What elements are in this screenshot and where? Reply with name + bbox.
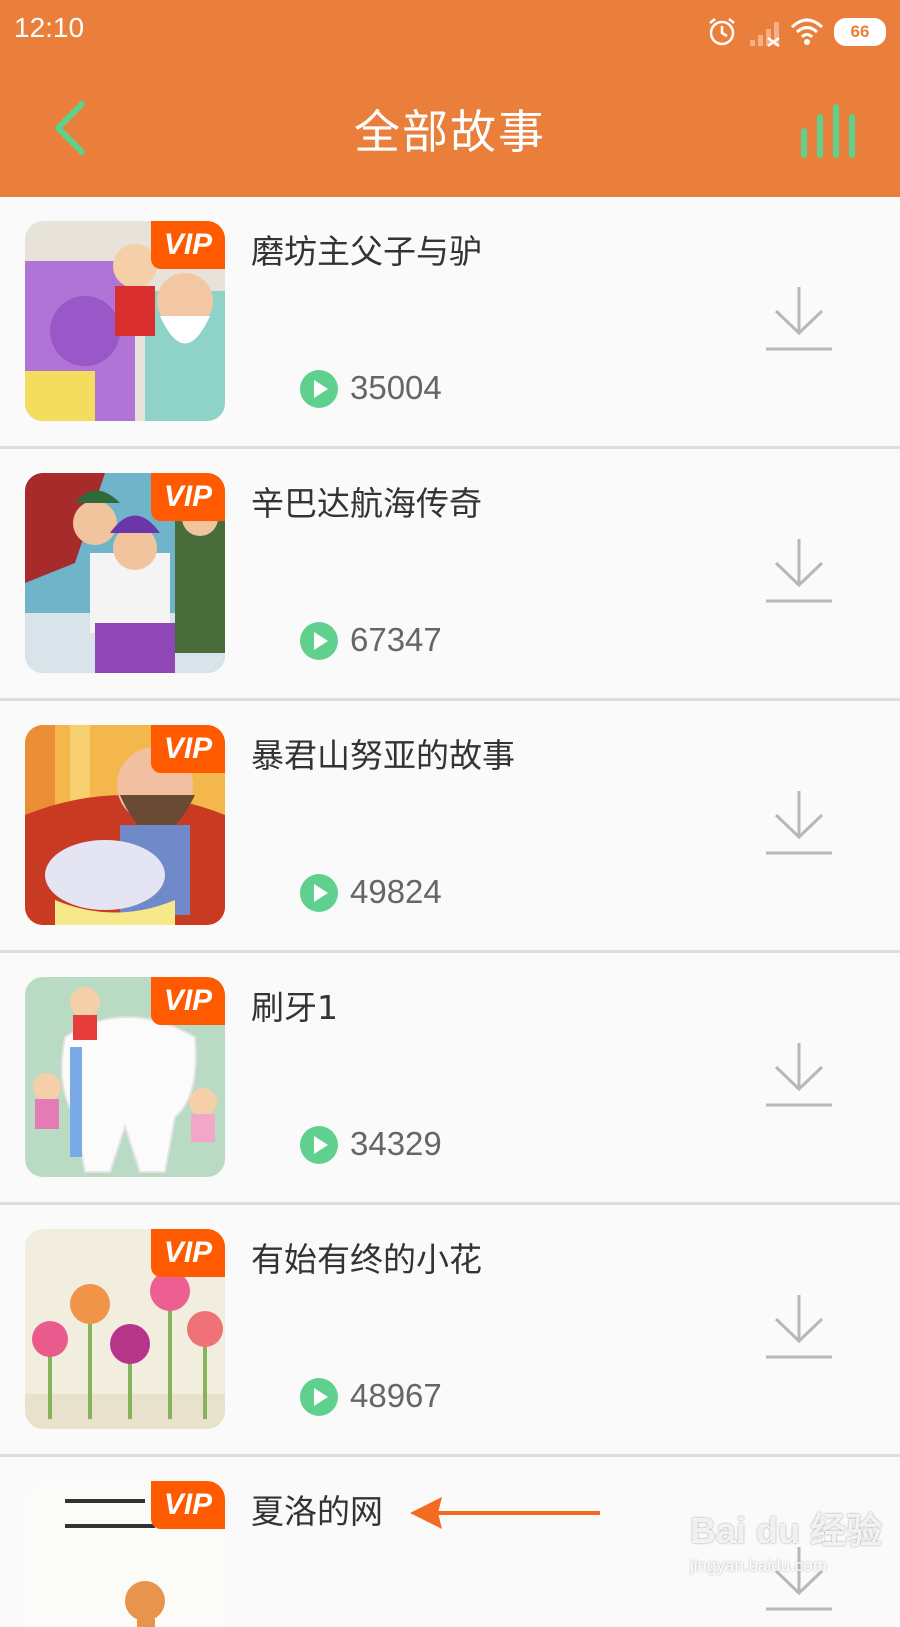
status-icons: 66 xyxy=(706,14,886,50)
vip-badge: VIP xyxy=(151,725,225,773)
story-list: VIP 磨坊主父子与驴 35004 VIP 辛巴达航海传奇 67347 VIP … xyxy=(0,197,900,1627)
play-count-value: 48967 xyxy=(350,1377,442,1414)
download-icon[interactable] xyxy=(764,285,834,353)
play-icon xyxy=(300,874,338,912)
story-item[interactable]: VIP 暴君山努亚的故事 49824 xyxy=(0,701,900,953)
story-cover: VIP xyxy=(25,1481,225,1627)
signal-icon xyxy=(750,22,780,48)
story-title: 夏洛的网 xyxy=(251,1492,383,1531)
battery-indicator: 66 xyxy=(834,18,886,46)
vip-badge: VIP xyxy=(151,473,225,521)
vip-badge: VIP xyxy=(151,1229,225,1277)
story-title: 刷牙1 xyxy=(251,988,338,1027)
play-icon xyxy=(300,370,338,408)
story-item[interactable]: VIP 磨坊主父子与驴 35004 xyxy=(0,197,900,449)
download-icon[interactable] xyxy=(764,789,834,857)
story-cover: VIP xyxy=(25,977,225,1177)
play-icon xyxy=(300,1378,338,1416)
wifi-icon xyxy=(790,18,824,45)
audio-bars-icon[interactable] xyxy=(798,100,862,158)
play-icon xyxy=(300,1126,338,1164)
story-cover: VIP xyxy=(25,725,225,925)
story-cover: VIP xyxy=(25,1229,225,1429)
vip-badge: VIP xyxy=(151,221,225,269)
download-icon[interactable] xyxy=(764,1293,834,1361)
play-count-value: 67347 xyxy=(350,621,442,658)
page-title: 全部故事 xyxy=(354,105,546,159)
download-icon[interactable] xyxy=(764,1041,834,1109)
story-item[interactable]: VIP 有始有终的小花 48967 xyxy=(0,1205,900,1457)
story-cover: VIP xyxy=(25,473,225,673)
status-time: 12:10 xyxy=(14,12,85,43)
story-title: 暴君山努亚的故事 xyxy=(251,736,515,775)
watermark-url: jingyan.baidu.com xyxy=(690,1556,828,1575)
story-item[interactable]: VIP 辛巴达航海传奇 67347 xyxy=(0,449,900,701)
story-title: 有始有终的小花 xyxy=(251,1240,482,1279)
play-icon xyxy=(300,622,338,660)
annotation-arrow-icon xyxy=(410,1497,600,1529)
play-count-value: 35004 xyxy=(350,369,442,406)
story-title: 磨坊主父子与驴 xyxy=(251,232,482,271)
story-cover: VIP xyxy=(25,221,225,421)
story-title: 辛巴达航海传奇 xyxy=(251,484,482,523)
story-item[interactable]: VIP 刷牙1 34329 xyxy=(0,953,900,1205)
play-count-value: 34329 xyxy=(350,1125,442,1162)
watermark-logo: Bai du 经验 xyxy=(690,1510,883,1551)
vip-badge: VIP xyxy=(151,1481,225,1529)
download-icon[interactable] xyxy=(764,537,834,605)
alarm-icon xyxy=(709,18,735,46)
vip-badge: VIP xyxy=(151,977,225,1025)
top-header: 12:10 66 全部故事 xyxy=(0,0,900,197)
play-count-value: 49824 xyxy=(350,873,442,910)
